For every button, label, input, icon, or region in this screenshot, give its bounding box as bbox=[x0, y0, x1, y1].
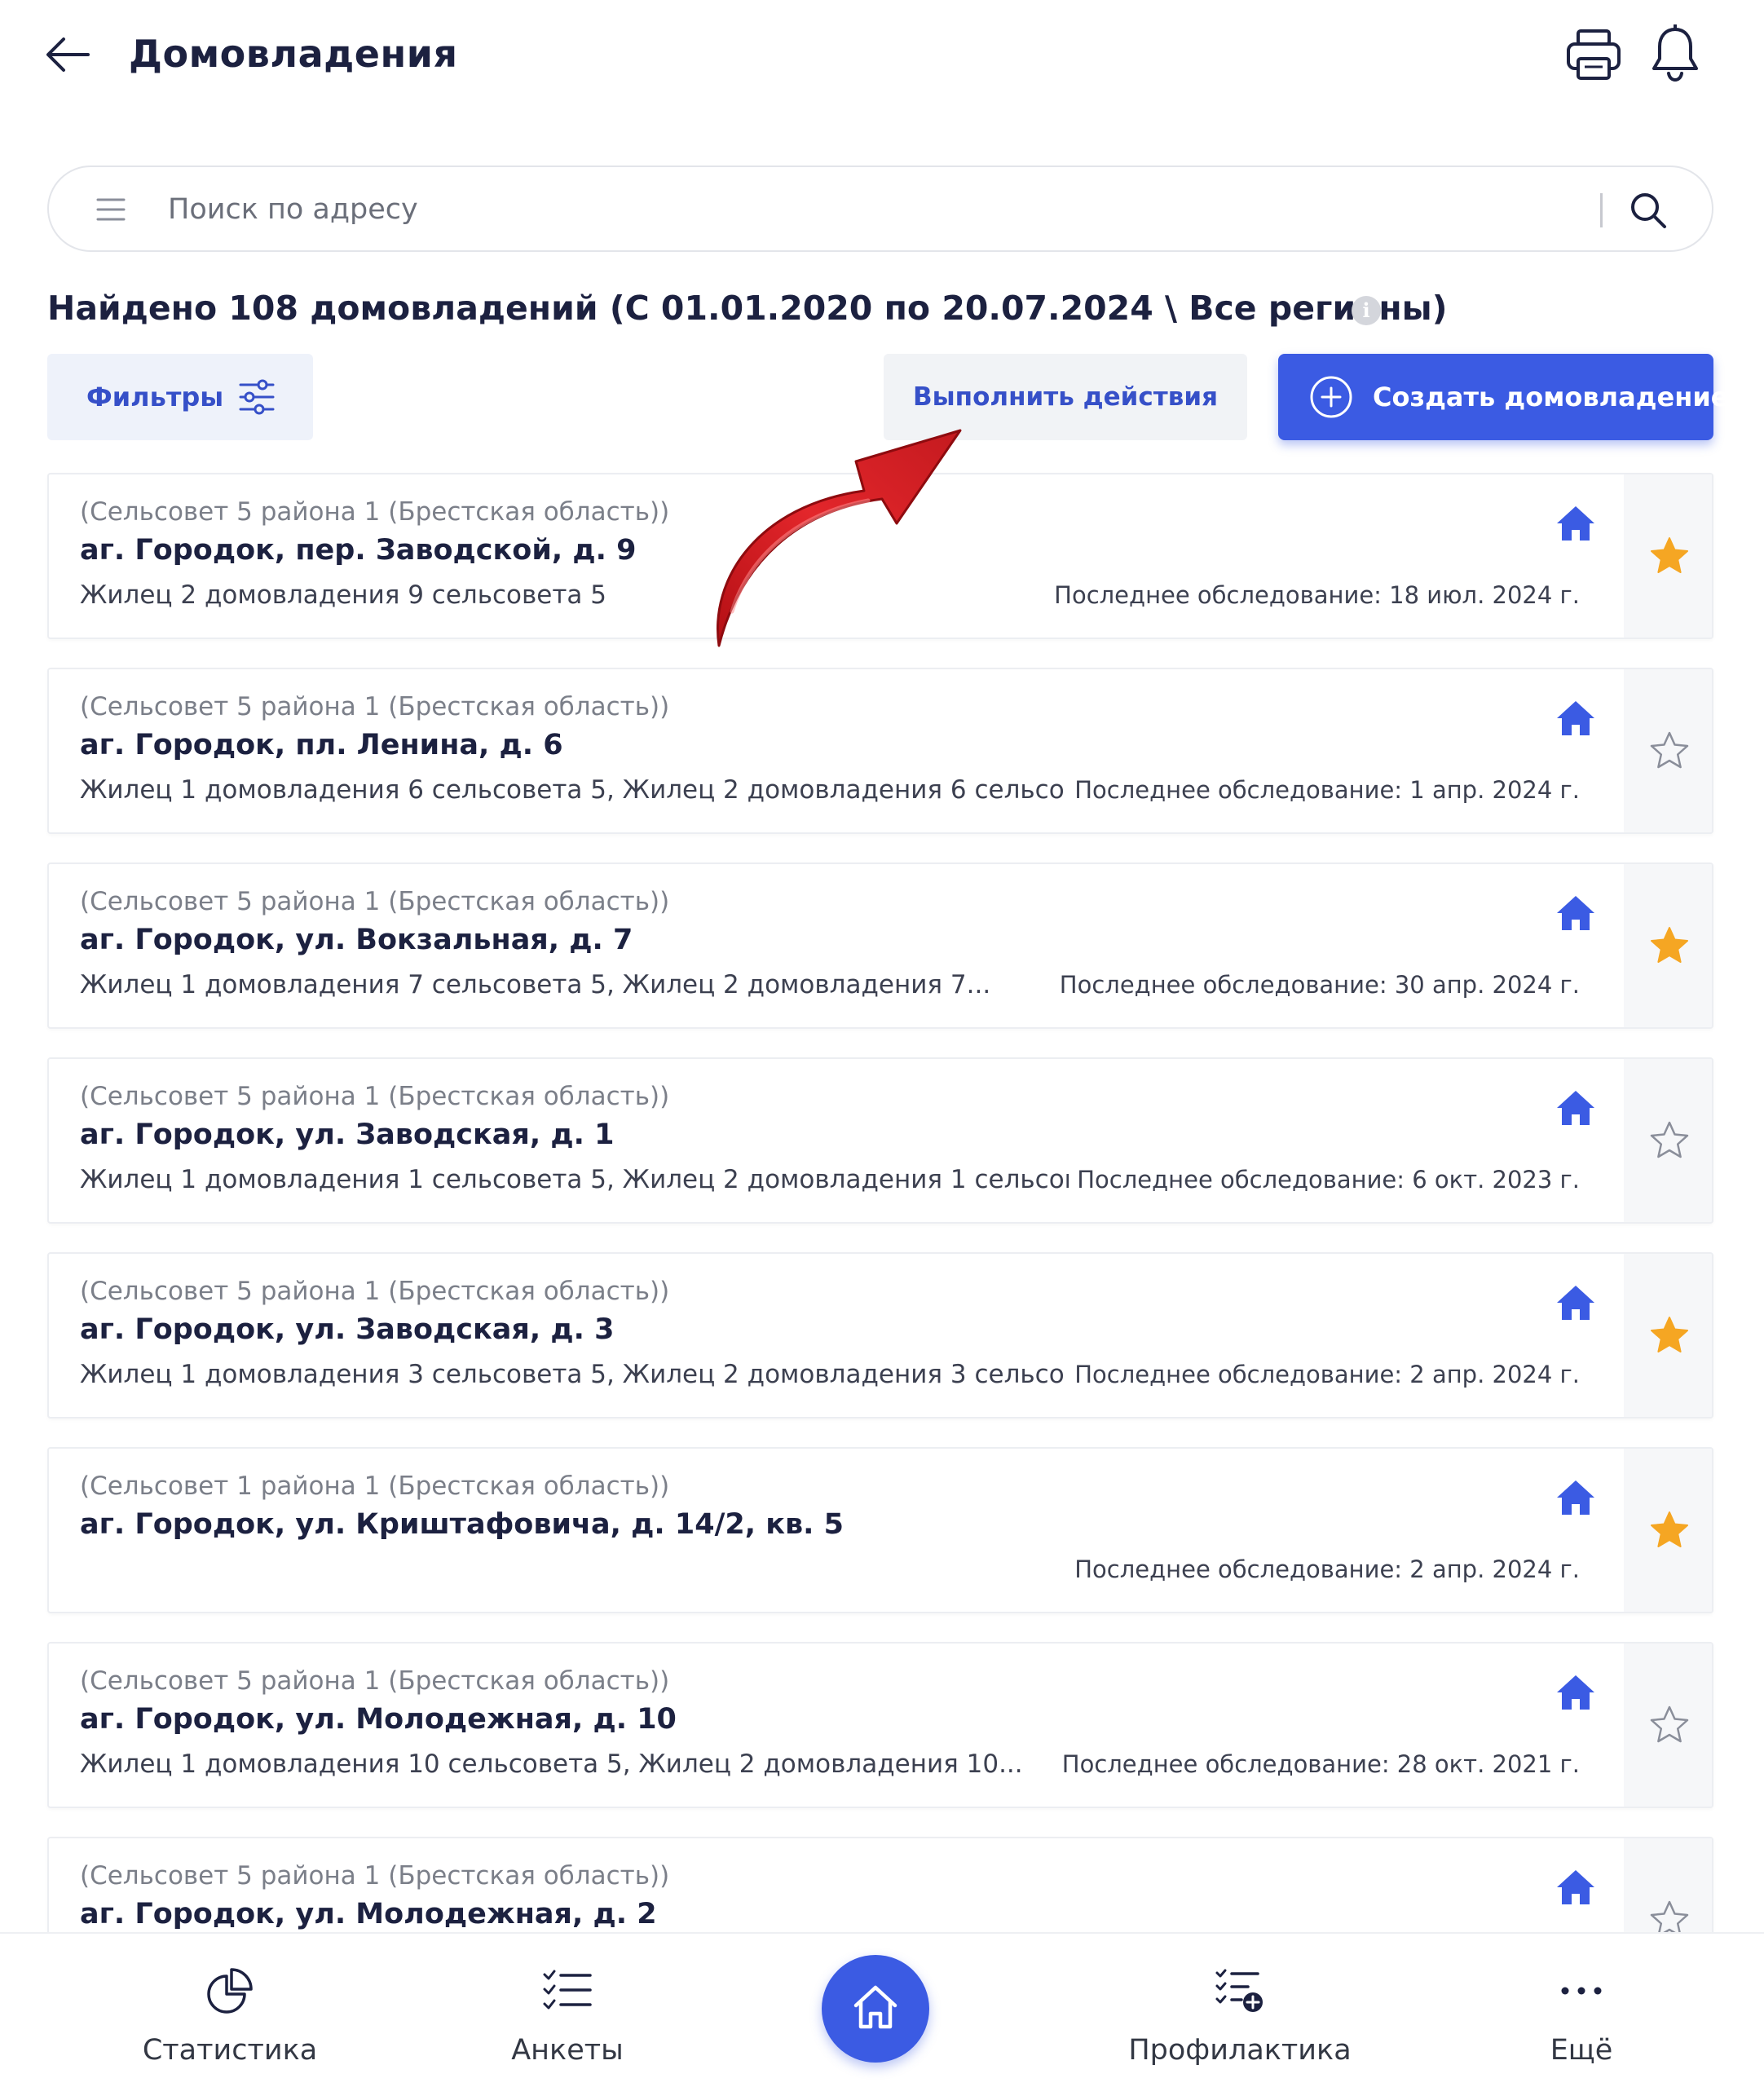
hamburger-icon[interactable] bbox=[95, 193, 127, 226]
home-button[interactable] bbox=[822, 1955, 929, 2063]
household-address: аг. Городок, ул. Молодежная, д. 10 bbox=[80, 1703, 677, 1736]
favorite-toggle[interactable] bbox=[1624, 1449, 1712, 1612]
household-address: аг. Городок, ул. Криштафовича, д. 14/2, … bbox=[80, 1508, 844, 1541]
household-card[interactable]: (Сельсовет 5 района 1 (Брестская область… bbox=[47, 1252, 1713, 1419]
house-icon bbox=[1557, 1091, 1594, 1125]
printer-icon bbox=[1567, 29, 1621, 80]
household-address: аг. Городок, ул. Вокзальная, д. 7 bbox=[80, 924, 633, 956]
last-survey-date: Последнее обследование: 6 окт. 2023 г. bbox=[1069, 1162, 1580, 1198]
nav-prevention[interactable]: Профилактика bbox=[1118, 1934, 1362, 2087]
favorite-toggle[interactable] bbox=[1624, 1644, 1712, 1807]
household-address: аг. Городок, ул. Заводская, д. 3 bbox=[80, 1313, 615, 1346]
household-residents: Жилец 1 домовладения 10 сельсовета 5, Жи… bbox=[80, 1749, 1023, 1779]
household-region: (Сельсовет 5 района 1 (Брестская область… bbox=[80, 497, 670, 527]
filters-button[interactable]: Фильтры bbox=[47, 354, 313, 440]
nav-more[interactable]: Ещё bbox=[1459, 1934, 1704, 2087]
checklist-add-icon bbox=[1215, 1969, 1263, 2012]
household-residents: Жилец 1 домовладения 6 сельсовета 5, Жил… bbox=[80, 775, 1131, 805]
app-header: Домовладения bbox=[0, 0, 1764, 114]
create-household-button[interactable]: Создать домовладение bbox=[1278, 354, 1728, 440]
search-input[interactable] bbox=[168, 185, 1619, 234]
nav-prevention-label: Профилактика bbox=[1128, 2034, 1352, 2067]
star-icon bbox=[1650, 731, 1689, 769]
pointer-arrow-icon bbox=[717, 429, 962, 647]
household-address: аг. Городок, пл. Ленина, д. 6 bbox=[80, 729, 563, 761]
favorite-toggle[interactable] bbox=[1624, 1254, 1712, 1417]
notifications-button[interactable] bbox=[1650, 24, 1700, 83]
star-icon bbox=[1650, 1705, 1689, 1743]
star-icon bbox=[1651, 1511, 1688, 1547]
household-card[interactable]: (Сельсовет 5 района 1 (Брестская область… bbox=[47, 1057, 1713, 1224]
household-region: (Сельсовет 5 района 1 (Брестская область… bbox=[80, 1277, 670, 1306]
filters-button-label: Фильтры bbox=[86, 382, 224, 413]
households-screen: Домовладения Поиск по адресу Найдено 108… bbox=[0, 0, 1764, 2087]
household-region: (Сельсовет 5 района 1 (Брестская область… bbox=[80, 692, 670, 721]
household-card[interactable]: (Сельсовет 1 района 1 (Брестская область… bbox=[47, 1447, 1713, 1613]
search-divider bbox=[1600, 193, 1603, 227]
star-icon bbox=[1651, 1317, 1688, 1352]
back-button[interactable] bbox=[42, 29, 93, 80]
house-icon bbox=[1557, 1870, 1594, 1904]
house-icon bbox=[1557, 1480, 1594, 1515]
star-icon bbox=[1651, 927, 1688, 963]
favorite-toggle[interactable] bbox=[1624, 669, 1712, 832]
last-survey-date: Последнее обследование: 2 апр. 2024 г. bbox=[1066, 1357, 1580, 1392]
search-icon[interactable] bbox=[1628, 190, 1669, 231]
sliders-icon bbox=[239, 379, 275, 415]
last-survey-date: Последнее обследование: 28 окт. 2021 г. bbox=[1053, 1746, 1580, 1782]
page-title: Домовладения bbox=[129, 32, 458, 76]
more-dots-icon bbox=[1561, 1987, 1602, 1995]
household-address: аг. Городок, пер. Заводской, д. 9 bbox=[80, 534, 637, 567]
search-bar bbox=[47, 165, 1713, 252]
household-region: (Сельсовет 5 района 1 (Брестская область… bbox=[80, 1666, 670, 1696]
info-icon[interactable]: i bbox=[1352, 296, 1381, 325]
household-residents: Жилец 1 домовладения 1 сельсовета 5, Жил… bbox=[80, 1165, 1131, 1194]
pie-chart-icon bbox=[207, 1968, 253, 2014]
household-card[interactable]: (Сельсовет 5 района 1 (Брестская область… bbox=[47, 668, 1713, 834]
household-address: аг. Городок, ул. Молодежная, д. 2 bbox=[80, 1898, 657, 1930]
last-survey-date: Последнее обследование: 30 апр. 2024 г. bbox=[1051, 967, 1580, 1003]
house-icon bbox=[1557, 1675, 1594, 1710]
household-card[interactable]: (Сельсовет 5 района 1 (Брестская область… bbox=[47, 1642, 1713, 1808]
household-region: (Сельсовет 5 района 1 (Брестская область… bbox=[80, 1082, 670, 1111]
bell-icon bbox=[1652, 24, 1698, 82]
nav-statistics-label: Статистика bbox=[142, 2034, 318, 2067]
house-icon bbox=[1557, 896, 1594, 930]
checklist-icon bbox=[543, 1970, 592, 2010]
house-icon bbox=[1557, 701, 1594, 735]
perform-actions-label: Выполнить действия bbox=[913, 382, 1218, 412]
household-residents: Жилец 1 домовладения 3 сельсовета 5, Жил… bbox=[80, 1360, 1119, 1389]
arrow-left-icon bbox=[46, 38, 90, 72]
last-survey-date: Последнее обследование: 18 июл. 2024 г. bbox=[1046, 577, 1580, 613]
house-icon bbox=[1557, 506, 1594, 541]
star-icon bbox=[1651, 537, 1688, 573]
nav-statistics[interactable]: Статистика bbox=[108, 1934, 352, 2087]
results-summary: Найдено 108 домовладений (С 01.01.2020 п… bbox=[47, 289, 1448, 328]
household-region: (Сельсовет 5 района 1 (Брестская область… bbox=[80, 1861, 670, 1891]
household-region: (Сельсовет 5 района 1 (Брестская область… bbox=[80, 887, 670, 916]
last-survey-date: Последнее обследование: 2 апр. 2024 г. bbox=[1066, 1551, 1580, 1587]
star-icon bbox=[1650, 1121, 1689, 1158]
favorite-toggle[interactable] bbox=[1624, 474, 1712, 638]
nav-more-label: Ещё bbox=[1550, 2034, 1613, 2067]
favorite-toggle[interactable] bbox=[1624, 864, 1712, 1027]
create-household-label: Создать домовладение bbox=[1373, 382, 1729, 413]
home-icon bbox=[853, 1985, 897, 2029]
nav-forms-label: Анкеты bbox=[511, 2034, 624, 2067]
nav-forms[interactable]: Анкеты bbox=[445, 1934, 690, 2087]
household-address: аг. Городок, ул. Заводская, д. 1 bbox=[80, 1119, 615, 1151]
plus-circle-icon bbox=[1310, 376, 1352, 418]
favorite-toggle[interactable] bbox=[1624, 1059, 1712, 1222]
household-residents: Жилец 1 домовладения 7 сельсовета 5, Жил… bbox=[80, 970, 991, 999]
household-card[interactable]: (Сельсовет 5 района 1 (Брестская область… bbox=[47, 863, 1713, 1029]
house-icon bbox=[1557, 1286, 1594, 1320]
last-survey-date: Последнее обследование: 1 апр. 2024 г. bbox=[1066, 772, 1580, 808]
print-button[interactable] bbox=[1565, 28, 1622, 82]
household-region: (Сельсовет 1 района 1 (Брестская область… bbox=[80, 1471, 670, 1501]
